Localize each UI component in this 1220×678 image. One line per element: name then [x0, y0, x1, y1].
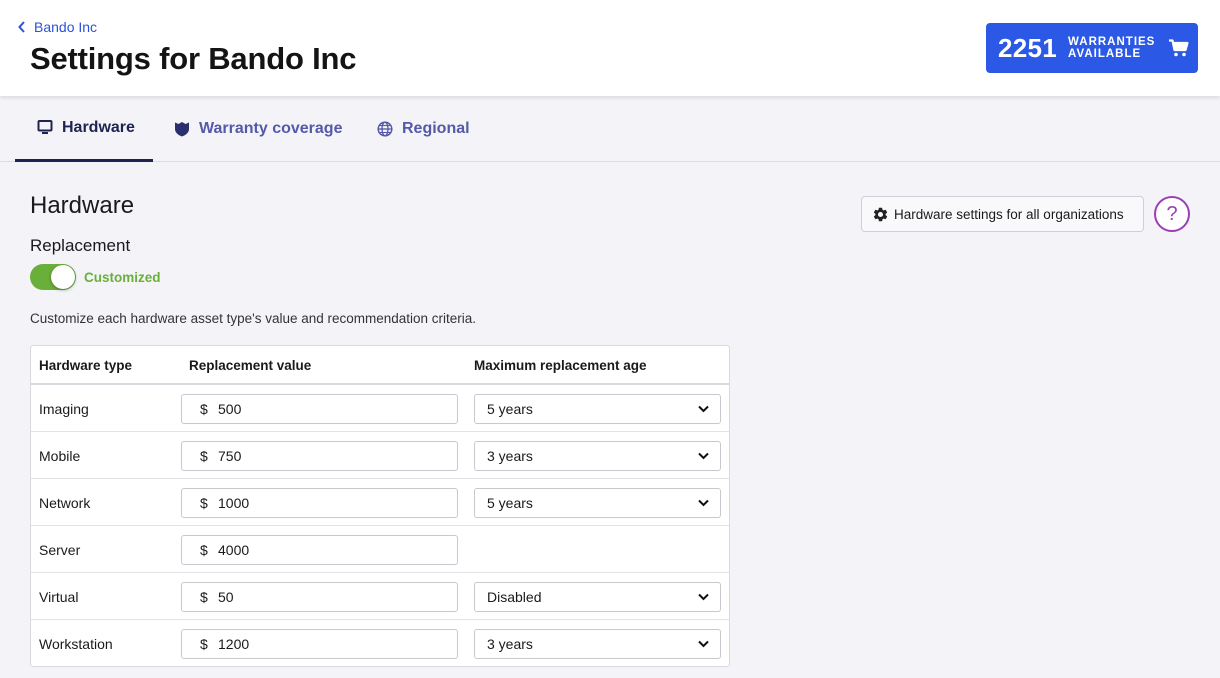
replacement-heading: Replacement: [30, 236, 131, 255]
description-text: Customize each hardware asset type's val…: [30, 311, 477, 326]
max-age-select[interactable]: 3 years: [474, 629, 721, 659]
tab-regional-label: Regional: [402, 120, 470, 137]
monitor-icon: [37, 120, 53, 134]
hardware-type-cell: Network: [39, 495, 91, 511]
hardware-type-cell: Workstation: [39, 636, 113, 652]
hardware-type-cell: Mobile: [39, 448, 81, 464]
warranties-count: 2251: [998, 32, 1058, 63]
hardware-settings-all-orgs-button[interactable]: Hardware settings for all organizations: [861, 196, 1144, 232]
table-row: Workstation $ 1200 3 years: [31, 620, 729, 667]
shield-icon: [175, 122, 189, 137]
table-row: Network $ 1000 5 years: [31, 479, 729, 526]
replacement-value-input[interactable]: $ 4000: [181, 535, 458, 565]
chevron-down-icon: [698, 405, 709, 413]
max-age-select[interactable]: 3 years: [474, 441, 721, 471]
max-age-select[interactable]: 5 years: [474, 488, 721, 518]
tab-warranty-label: Warranty coverage: [199, 120, 343, 137]
replacement-value-input[interactable]: $ 500: [181, 394, 458, 424]
column-header-hardware-type: Hardware type: [39, 358, 133, 373]
replacement-value: 1200: [218, 636, 250, 652]
replacement-value-input[interactable]: $ 750: [181, 441, 458, 471]
currency-symbol: $: [200, 589, 208, 605]
replacement-value: 4000: [218, 542, 250, 558]
toggle-knob: [51, 265, 75, 289]
currency-symbol: $: [200, 448, 208, 464]
currency-symbol: $: [200, 542, 208, 558]
hardware-type-cell: Virtual: [39, 589, 79, 605]
table-row: Mobile $ 750 3 years: [31, 432, 729, 479]
replacement-value: 50: [218, 589, 234, 605]
max-age-value: 5 years: [487, 401, 533, 417]
chevron-down-icon: [698, 640, 709, 648]
breadcrumb[interactable]: Bando Inc: [18, 19, 97, 35]
chevron-down-icon: [698, 452, 709, 460]
help-icon: ?: [1166, 202, 1178, 225]
warranties-label: WARRANTIES AVAILABLE: [1068, 36, 1155, 60]
max-age-select[interactable]: 5 years: [474, 394, 721, 424]
replacement-value: 500: [218, 401, 242, 417]
help-button[interactable]: ?: [1154, 196, 1190, 232]
tab-bar: Hardware Warranty coverage Regional: [0, 96, 1220, 162]
tab-warranty-coverage[interactable]: Warranty coverage: [174, 96, 342, 162]
toggle-label: Customized: [84, 270, 161, 285]
replacement-value: 1000: [218, 495, 250, 511]
replacement-value-input[interactable]: $ 1200: [181, 629, 458, 659]
page-title: Settings for Bando Inc: [30, 41, 357, 76]
warranties-available-button[interactable]: 2251 WARRANTIES AVAILABLE: [986, 23, 1198, 73]
globe-icon: [377, 121, 393, 137]
currency-symbol: $: [200, 636, 208, 652]
settings-button-label: Hardware settings for all organizations: [894, 206, 1124, 222]
replacement-value-input[interactable]: $ 50: [181, 582, 458, 612]
customized-toggle[interactable]: [30, 264, 76, 290]
hardware-type-cell: Server: [39, 542, 81, 558]
tab-hardware-label: Hardware: [62, 118, 135, 136]
max-age-select[interactable]: Disabled: [474, 582, 721, 612]
chevron-left-icon: [18, 21, 25, 33]
hardware-table: Hardware type Replacement value Maximum …: [30, 345, 730, 667]
max-age-value: Disabled: [487, 589, 542, 605]
replacement-value: 750: [218, 448, 242, 464]
max-age-value: 3 years: [487, 448, 533, 464]
currency-symbol: $: [200, 401, 208, 417]
currency-symbol: $: [200, 495, 208, 511]
chevron-down-icon: [698, 593, 709, 601]
gear-icon: [873, 207, 888, 221]
max-age-value: 3 years: [487, 636, 533, 652]
tab-hardware[interactable]: Hardware: [15, 96, 153, 162]
table-row: Imaging $ 500 5 years: [31, 385, 729, 432]
section-title: Hardware: [30, 192, 135, 219]
table-row: Server $ 4000: [31, 526, 729, 573]
replacement-value-input[interactable]: $ 1000: [181, 488, 458, 518]
max-age-value: 5 years: [487, 495, 533, 511]
hardware-type-cell: Imaging: [39, 401, 89, 417]
chevron-down-icon: [698, 499, 709, 507]
table-row: Virtual $ 50 Disabled: [31, 573, 729, 620]
breadcrumb-link[interactable]: Bando Inc: [34, 19, 97, 35]
column-header-max-age: Maximum replacement age: [474, 358, 647, 373]
tab-regional[interactable]: Regional: [377, 96, 470, 162]
warranties-label-line2: AVAILABLE: [1068, 48, 1142, 60]
warranties-label-line1: WARRANTIES: [1068, 36, 1156, 48]
page-header: Bando Inc Settings for Bando Inc 2251 WA…: [0, 0, 1220, 96]
column-header-replacement-value: Replacement value: [189, 358, 312, 373]
cart-icon: [1169, 39, 1189, 57]
table-header: Hardware type Replacement value Maximum …: [31, 346, 729, 385]
